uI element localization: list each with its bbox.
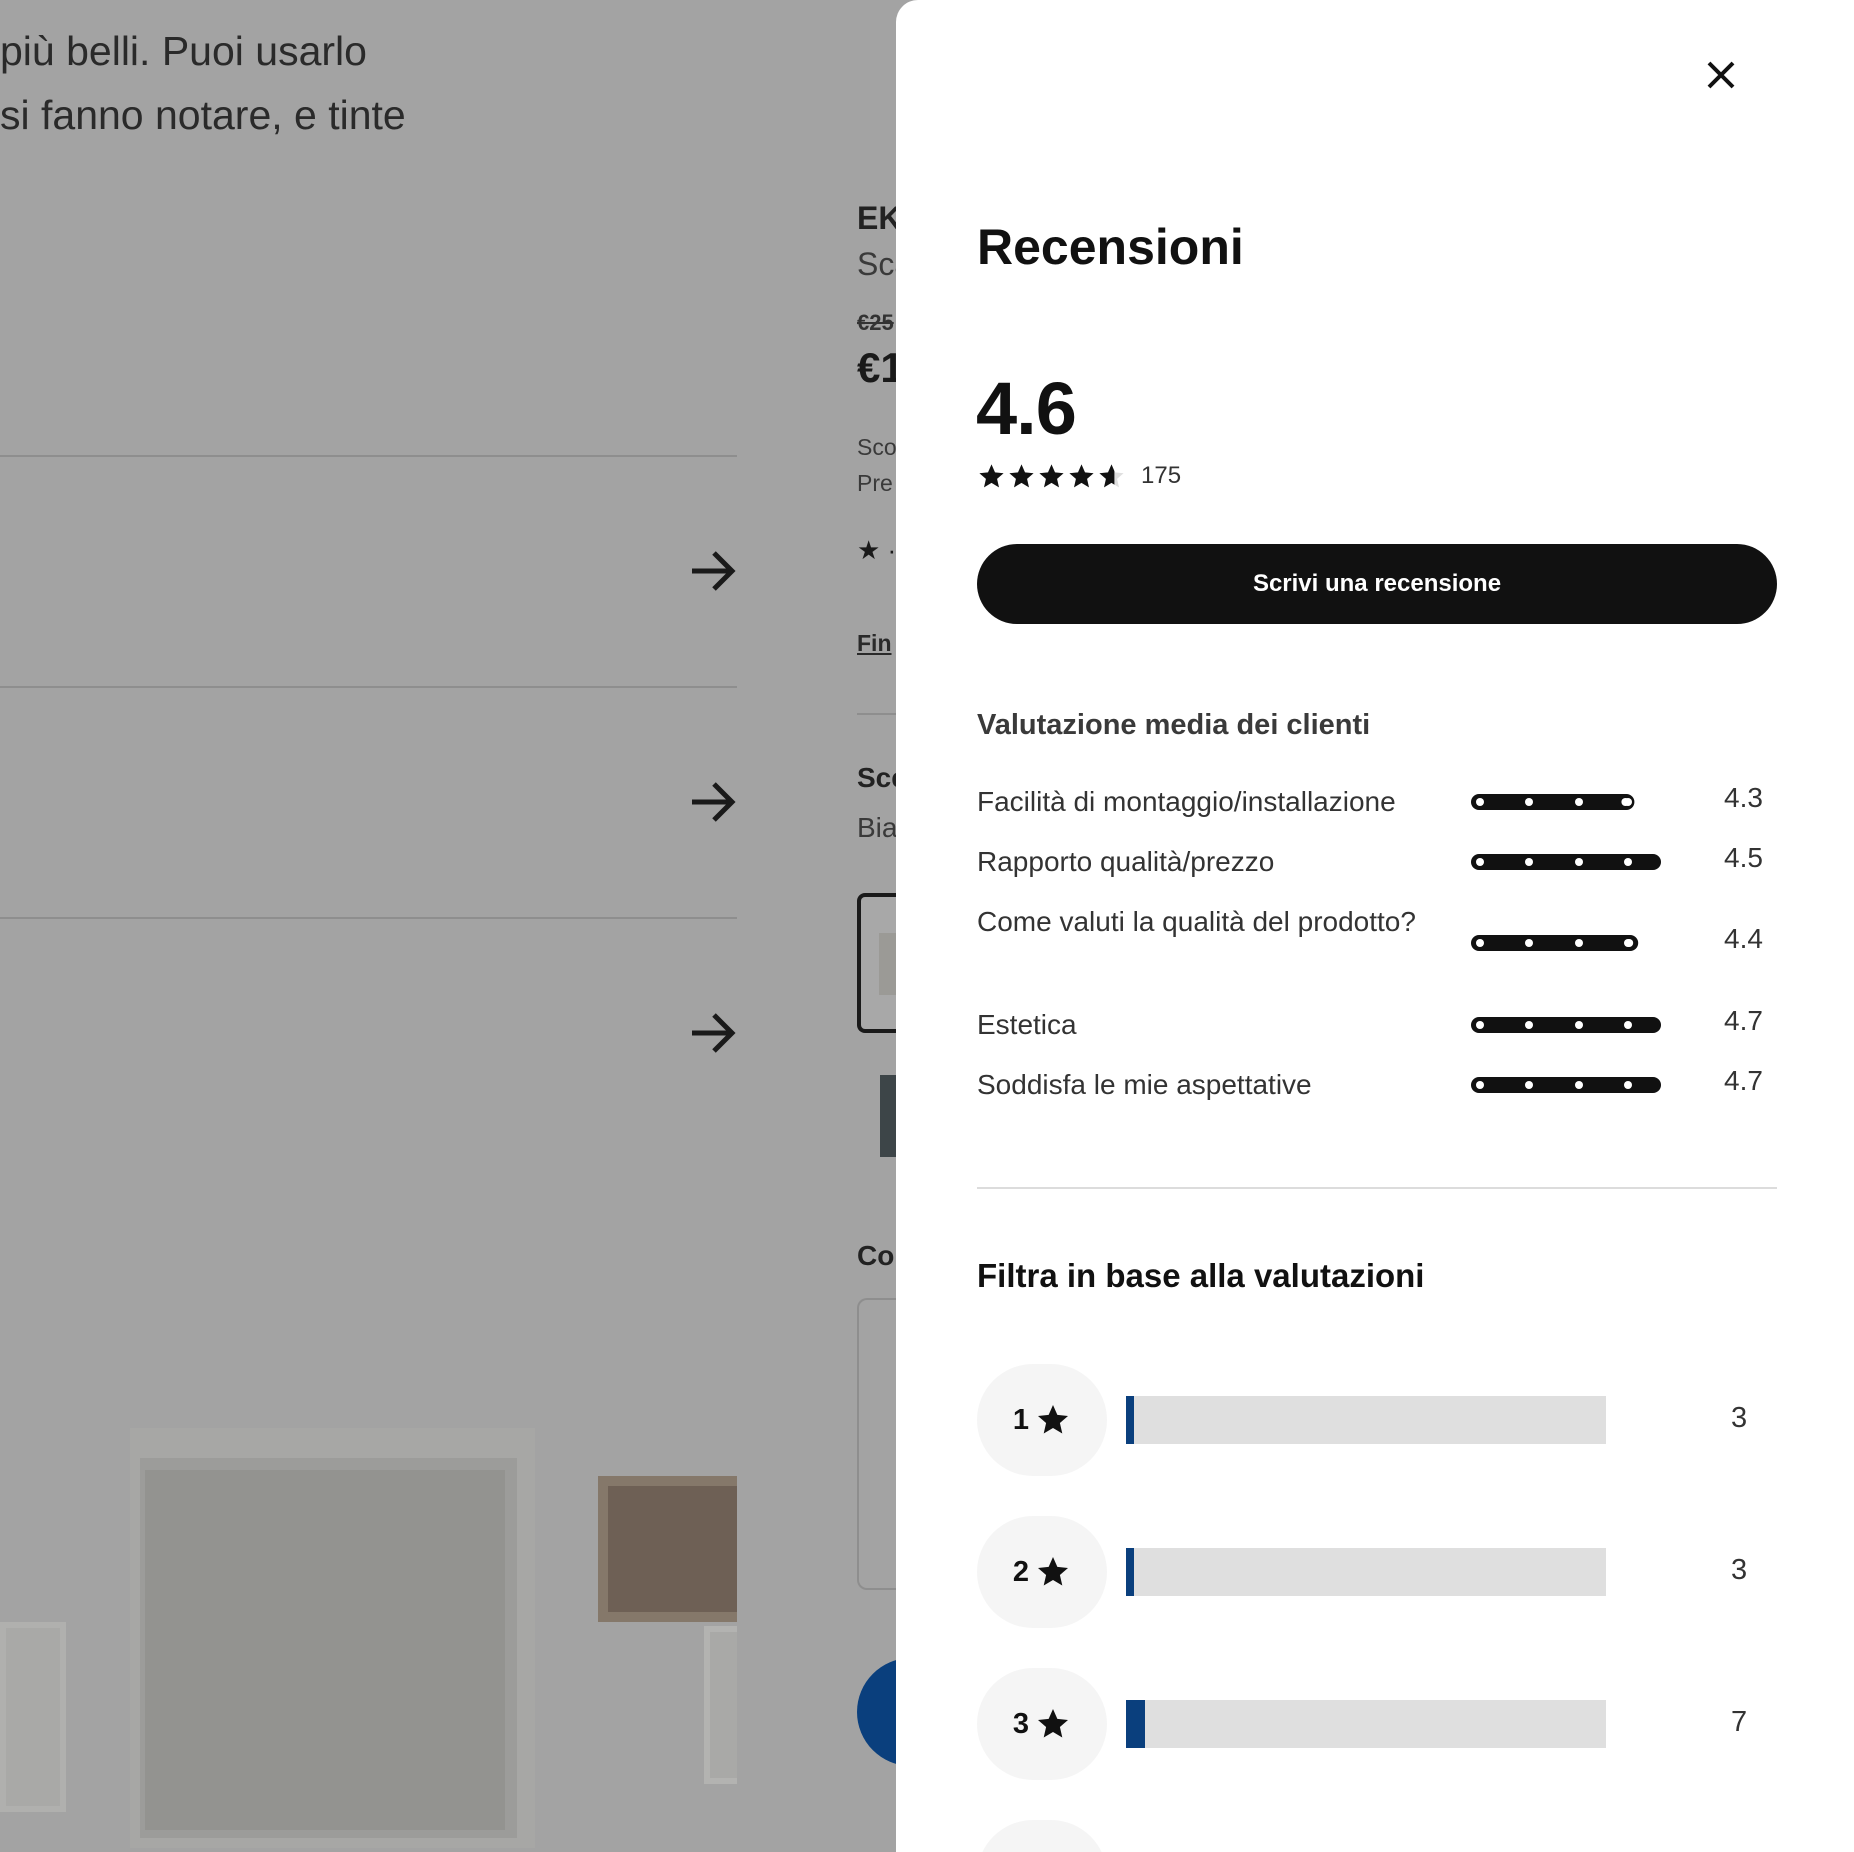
panel-title: Recensioni [977,219,1244,275]
histogram-bar [1126,1396,1606,1444]
divider [0,455,737,457]
star-icon [1099,464,1124,488]
filter-3-star-button[interactable]: 3 [977,1668,1107,1780]
info-line: Sco [857,434,896,460]
product-name: EK [857,200,896,236]
filter-star-label: 3 [1012,1707,1030,1740]
histogram-count: 7 [1731,1706,1748,1738]
attribute-label: Soddisfa le mie aspettative [977,1069,1312,1100]
rating-stars [977,462,1126,491]
close-button[interactable] [1696,50,1746,100]
star-icon [1009,464,1034,488]
attribute-value: 4.4 [1724,923,1763,954]
star-icon [979,464,1004,488]
histogram-count: 3 [1731,1554,1748,1586]
star-icon [1069,464,1094,488]
divider [0,686,737,688]
divider [0,917,737,919]
arrow-right-icon[interactable] [688,777,738,827]
product-description-line: si fanno notare, e tinte [0,92,406,138]
star-icon [1038,1405,1069,1434]
section-title: Co [857,1240,895,1271]
financing-link[interactable]: Fin [857,630,892,657]
attribute-label: Estetica [977,1009,1077,1040]
histogram-bar-fill [1126,1548,1134,1596]
attribute-value: 4.5 [1724,842,1763,873]
filter-star-label: 1 [1012,1403,1030,1436]
histogram-count: 3 [1731,1402,1748,1434]
histogram-bar [1126,1548,1606,1596]
histogram-bar-fill [1126,1700,1145,1748]
color-title: Sce [857,762,896,793]
product-description-line: più belli. Puoi usarlo [0,28,367,74]
attribute-rating-bar [1471,935,1639,951]
divider [857,713,896,715]
attribute-value: 4.7 [1724,1005,1763,1036]
filter-2-star-button[interactable]: 2 [977,1516,1107,1628]
attribute-value: 4.3 [1724,782,1763,813]
histogram-bar [1126,1700,1606,1748]
product-subtitle: Sca [857,246,896,282]
star-icon [1038,1557,1069,1586]
histogram-bar-fill [1126,1396,1134,1444]
color-swatch-selected[interactable] [857,893,896,1033]
color-swatch[interactable] [880,1075,896,1157]
close-icon [1707,61,1735,89]
attribute-rating-bar [1471,794,1635,810]
attribute-label: Come valuti la qualità del prodotto? [977,906,1416,937]
old-price: €25 [857,310,894,335]
option-box[interactable] [857,1298,896,1590]
filter-star-label: 2 [1012,1555,1030,1588]
reviews-panel: Recensioni 4.6 175 Scrivi una recensione… [896,0,1854,1852]
attribute-rating-bar [1471,1077,1661,1093]
filter-4-star-button[interactable]: 4 [977,1820,1107,1852]
product-image [0,1370,737,1852]
rating-summary[interactable]: ★ · [857,535,896,566]
attribute-value: 4.7 [1724,1065,1763,1096]
background-page: più belli. Puoi usarlo si fanno notare, … [0,0,896,1852]
average-rating: 4.6 [976,367,1077,450]
avg-rating-title: Valutazione media dei clienti [977,709,1371,741]
divider [977,1187,1777,1189]
attribute-label: Facilità di montaggio/installazione [977,786,1396,817]
filter-1-star-button[interactable]: 1 [977,1364,1107,1476]
add-to-cart-button[interactable] [857,1658,896,1766]
attribute-rating-bar [1471,854,1661,870]
write-review-button[interactable]: Scrivi una recensione [977,544,1777,624]
review-count: 175 [1141,462,1182,489]
arrow-right-icon[interactable] [688,1008,738,1058]
color-value: Bia [857,812,896,843]
attribute-rating-bar [1471,1017,1661,1033]
attribute-label: Rapporto qualità/prezzo [977,846,1275,877]
filter-title: Filtra in base alla valutazioni [977,1257,1425,1294]
star-icon [1038,1709,1069,1738]
info-line: Pre [857,470,893,496]
star-icon [1039,464,1064,488]
arrow-right-icon[interactable] [688,546,738,596]
price: €1 [857,344,896,391]
